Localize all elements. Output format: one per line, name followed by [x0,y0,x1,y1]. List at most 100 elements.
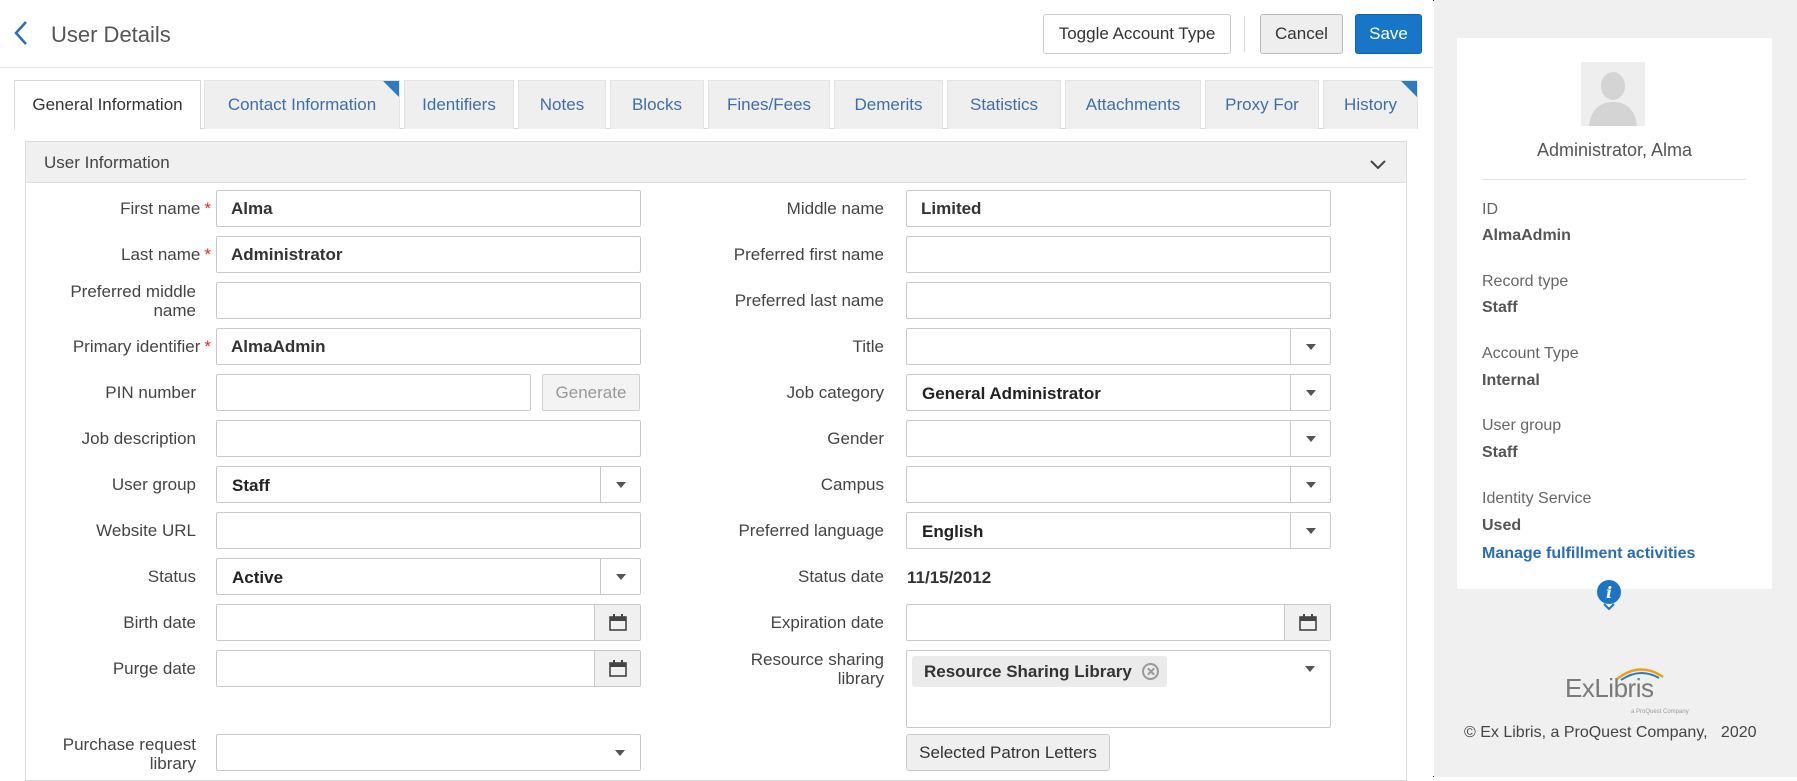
record-type-label: Record type [1482,273,1569,290]
dropdown-toggle[interactable] [600,735,640,770]
tab-notes[interactable]: Notes [518,80,606,129]
dropdown-toggle[interactable] [1290,421,1330,456]
pin-number-field[interactable] [216,374,531,411]
tab-label: Contact Information [227,95,377,114]
preferred-last-name-label: Preferred last name [734,291,884,310]
middle-name-label: Middle name [786,199,884,218]
tab-blocks[interactable]: Blocks [610,80,704,129]
select-value: General Administrator [922,384,1101,403]
tab-identifiers[interactable]: Identifiers [404,80,514,129]
status-select[interactable]: Active [216,558,641,595]
preferred-first-name-label: Preferred first name [733,245,884,264]
cancel-button[interactable]: Cancel [1260,14,1343,54]
chip-label: Resource Sharing Library [924,661,1132,681]
user-display-name: Administrator, Alma [1536,140,1693,160]
calendar-button[interactable] [1284,605,1330,640]
tab-label: General Information [32,95,183,114]
caret-down-icon [1306,528,1316,534]
preferred-language-select[interactable]: English [906,512,1331,549]
info-icon[interactable]: i [1597,580,1621,604]
birth-date-field[interactable] [216,604,641,641]
chevron-down-icon[interactable] [1368,154,1388,174]
calendar-icon [1299,614,1317,631]
preferred-first-name-field[interactable] [906,236,1331,273]
manage-fulfillment-activities-link[interactable]: Manage fulfillment activities [1482,545,1695,563]
selected-patron-letters-button[interactable]: Selected Patron Letters [906,734,1110,771]
dropdown-toggle[interactable] [1290,513,1330,548]
first-name-label: First name * [120,199,211,218]
user-group-summary-value: Staff [1482,444,1518,461]
campus-select[interactable] [906,466,1331,503]
back-button[interactable] [12,20,36,50]
dropdown-toggle[interactable] [1290,375,1330,410]
tab-label: Statistics [969,95,1039,114]
caret-down-icon [1306,436,1316,442]
title-select[interactable] [906,328,1331,365]
preferred-middle-name-field[interactable] [216,282,641,319]
logo-subtext: a ProQuest Company [1631,709,1689,715]
page-title: User Details [51,22,171,47]
tab-contact-information[interactable]: Contact Information [204,80,400,129]
record-type-value: Staff [1482,299,1518,316]
copyright-text: © Ex Libris, a ProQuest Company, 2020 [1464,724,1757,741]
job-category-select[interactable]: General Administrator [906,374,1331,411]
resource-sharing-library-select[interactable]: Resource Sharing Library [906,650,1331,728]
exlibris-logo: ExLibris a ProQuest Company [1565,668,1689,715]
user-information-section: User Information First name* Last name* … [25,141,1407,781]
tab-general-information[interactable]: General Information [14,80,201,130]
user-summary-card: Administrator, Alma ID AlmaAdmin Record … [1457,38,1772,589]
tab-statistics[interactable]: Statistics [947,80,1061,129]
tab-fines-fees[interactable]: Fines/Fees [708,80,830,129]
save-button[interactable]: Save [1355,14,1422,54]
tab-attachments[interactable]: Attachments [1065,80,1201,129]
user-silhouette-icon [1581,62,1645,126]
primary-identifier-label: Primary identifier * [72,337,211,356]
preferred-last-name-field[interactable] [906,282,1331,319]
middle-name-field[interactable] [906,190,1331,227]
purchase-request-library-select[interactable] [216,734,641,771]
caret-down-icon [1305,666,1315,672]
campus-label: Campus [820,475,884,494]
last-name-label: Last name * [120,245,211,264]
resource-sharing-library-label: Resource sharing library [750,650,884,688]
expiration-date-field[interactable] [906,604,1331,641]
user-group-select[interactable]: Staff [216,466,641,503]
job-description-field[interactable] [216,420,641,457]
purge-date-field[interactable] [216,650,641,687]
chevron-down-icon[interactable] [1602,602,1616,612]
id-value: AlmaAdmin [1482,227,1571,244]
tab-corner-marker [1401,81,1417,97]
toggle-account-type-button[interactable]: Toggle Account Type [1043,14,1231,54]
chevron-left-icon [14,21,27,45]
dropdown-toggle[interactable] [1290,651,1330,686]
first-name-field[interactable] [216,190,641,227]
dropdown-toggle[interactable] [1290,467,1330,502]
pin-number-label: PIN number [105,383,196,402]
preferred-language-label: Preferred language [738,521,884,540]
account-type-value: Internal [1482,372,1540,389]
select-value: Staff [232,476,270,495]
tab-label: Blocks [631,95,683,114]
caret-down-icon [615,750,625,756]
website-url-field[interactable] [216,512,641,549]
tab-history[interactable]: History [1323,80,1418,129]
caret-down-icon [616,574,626,580]
tab-proxy-for[interactable]: Proxy For [1205,80,1319,129]
dropdown-toggle[interactable] [1290,329,1330,364]
calendar-button[interactable] [594,651,640,686]
section-title: User Information [44,153,170,172]
id-label: ID [1482,201,1498,218]
birth-date-label: Birth date [123,613,196,632]
expiration-date-label: Expiration date [770,613,884,632]
website-url-label: Website URL [96,521,196,540]
tab-label: Identifiers [422,95,496,114]
remove-chip-icon[interactable] [1141,663,1159,680]
last-name-field[interactable] [216,236,641,273]
gender-select[interactable] [906,420,1331,457]
tab-demerits[interactable]: Demerits [834,80,943,129]
tab-label: Demerits [854,95,923,114]
primary-identifier-field[interactable] [216,328,641,365]
page-header: User Details Toggle Account Type Cancel … [0,0,1433,68]
section-header[interactable]: User Information [26,142,1406,183]
caret-down-icon [616,482,626,488]
